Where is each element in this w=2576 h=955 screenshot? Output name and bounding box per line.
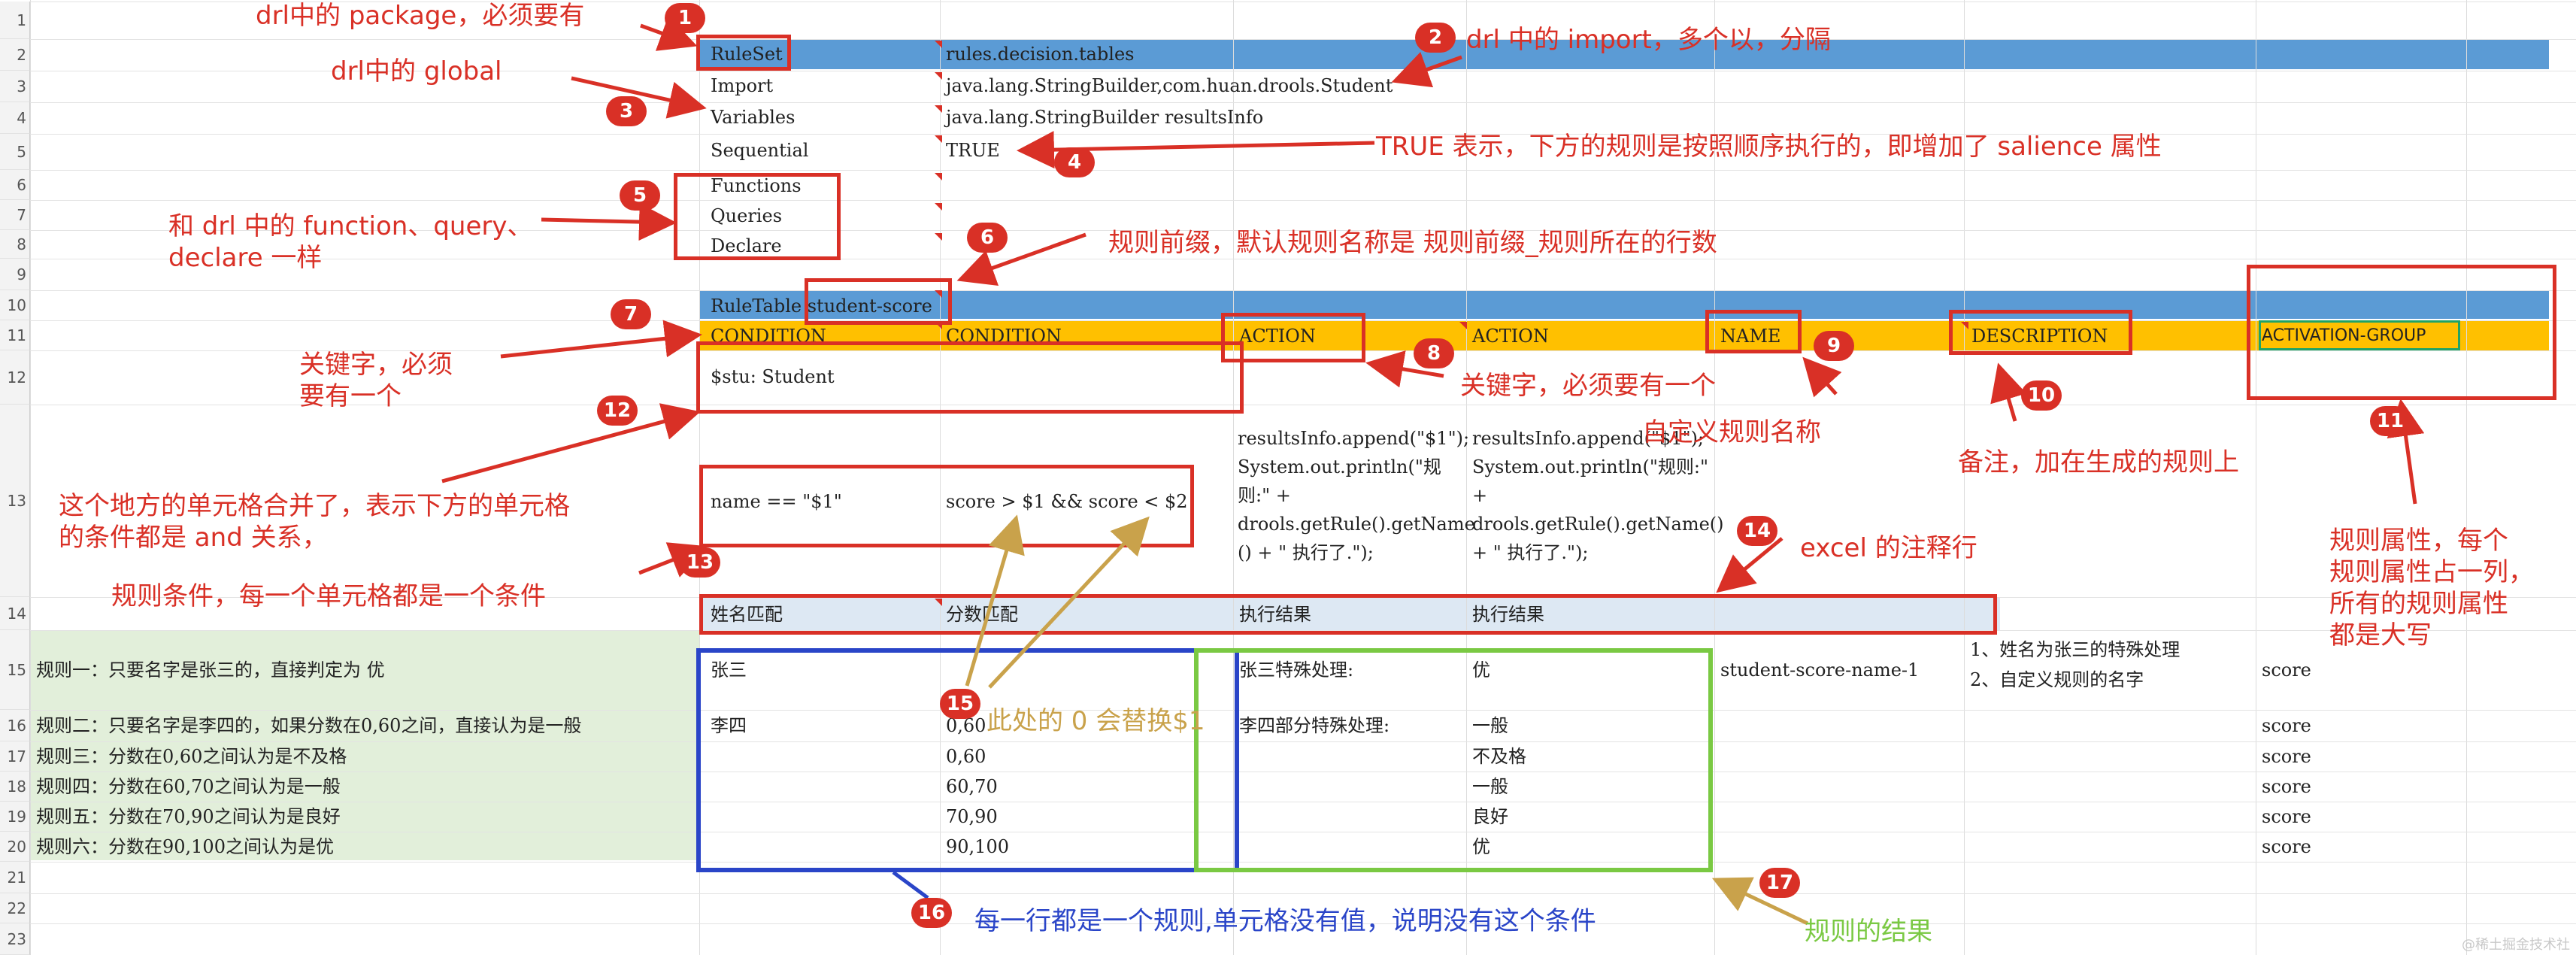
annotation-6: 规则前缀，默认规则名称是 规则前缀_规则所在的行数 <box>1108 228 1717 258</box>
annotation-16: 每一行都是一个规则,单元格没有值，说明没有这个条件 <box>974 906 1596 936</box>
annotation-8: 关键字，必须要有一个 <box>1460 371 1716 401</box>
badge-2: 2 <box>1415 23 1456 53</box>
arrow-9 <box>1802 356 1842 398</box>
arrow-15a <box>965 514 1025 687</box>
badge-17: 17 <box>1759 868 1800 898</box>
badge-7: 7 <box>611 299 651 329</box>
arrow-5 <box>541 203 677 241</box>
badge-1: 1 <box>665 3 705 33</box>
arrow-2 <box>1391 52 1462 88</box>
annotation-2: drl 中的 import，多个以，分隔 <box>1466 25 1831 55</box>
arrow-15b <box>988 516 1150 689</box>
arrow-7 <box>500 320 702 359</box>
badge-12: 12 <box>597 396 638 426</box>
annotation-11: 规则属性，每个 规则属性占一列， 所有的规则属性 都是大写 <box>2329 526 2534 650</box>
badge-9: 9 <box>1814 331 1854 361</box>
arrow-16 <box>892 870 929 900</box>
badge-4: 4 <box>1054 147 1095 177</box>
annotation-13: 规则条件，每一个单元格都是一个条件 <box>111 581 546 611</box>
badge-3: 3 <box>606 96 647 126</box>
annotation-1: drl中的 package，必须要有 <box>256 1 585 31</box>
arrow-12 <box>441 403 701 484</box>
annotation-12: 这个地方的单元格合并了，表示下方的单元格 的条件都是 and 关系， <box>59 491 570 553</box>
annotation-7: 关键字，必须 要有一个 <box>299 350 453 411</box>
spreadsheet: 1 2 3 4 5 6 7 8 9 10 11 12 13 14 15 16 17 18 19 20 21 22 23 Ru… <box>0 0 2576 955</box>
annotation-14: excel 的注释行 <box>1800 533 1977 563</box>
arrow-10 <box>1990 362 2027 422</box>
badge-16: 16 <box>911 898 952 928</box>
badge-8: 8 <box>1414 338 1454 368</box>
annotation-10: 备注，加在生成的规则上 <box>1958 447 2239 478</box>
annotation-5: 和 drl 中的 function、query、 declare 一样 <box>168 211 533 273</box>
badge-14: 14 <box>1737 516 1777 546</box>
badge-11: 11 <box>2370 406 2411 436</box>
badge-6: 6 <box>967 223 1008 253</box>
watermark: @稀土掘金技术社区 <box>2462 937 2570 953</box>
badge-5: 5 <box>620 180 660 211</box>
annotation-17: 规则的结果 <box>1805 917 1932 947</box>
annotation-15: 此处的 0 会替换$1 <box>986 706 1205 736</box>
badge-13: 13 <box>680 547 720 578</box>
badge-10: 10 <box>2021 380 2062 411</box>
badge-15: 15 <box>940 689 980 719</box>
annotation-9: 自定义规则名称 <box>1642 417 1821 447</box>
annotation-3: drl中的 global <box>331 56 502 86</box>
annotation-4: TRUE 表示，下方的规则是按照顺序执行的，即增加了 salience 属性 <box>1376 132 2162 162</box>
